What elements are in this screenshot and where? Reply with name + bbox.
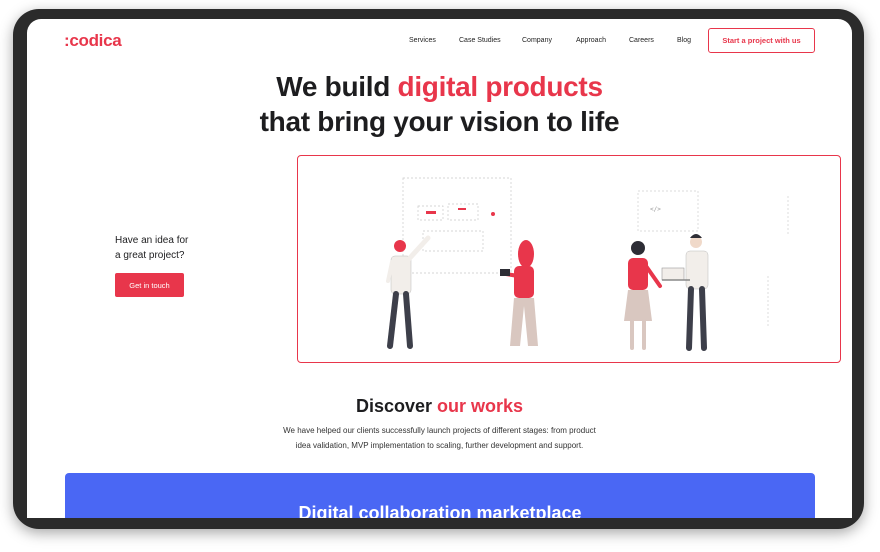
- illustration-svg: </>: [386, 177, 789, 351]
- get-in-touch-button[interactable]: Get in touch: [115, 273, 184, 297]
- person-tablet-icon: [500, 240, 538, 346]
- person-standing-icon: [624, 241, 662, 350]
- nav-careers[interactable]: Careers: [629, 37, 654, 44]
- hero-title: We build digital products that bring you…: [27, 69, 852, 139]
- hero-title-line2: that bring your vision to life: [259, 106, 620, 137]
- team-collaboration-illustration: </>: [297, 155, 841, 363]
- nav-approach[interactable]: Approach: [576, 37, 606, 44]
- idea-line1: Have an idea for: [115, 235, 189, 246]
- nav-company[interactable]: Company: [522, 37, 552, 44]
- person-pointing-icon: [386, 235, 431, 349]
- discover-accent: our works: [437, 396, 524, 416]
- nav-case-studies[interactable]: Case Studies: [459, 37, 501, 44]
- desc-line2: idea validation, MVP implementation to s…: [295, 441, 584, 450]
- desc-line1: We have helped our clients successfully …: [283, 426, 596, 435]
- nav-blog[interactable]: Blog: [677, 37, 691, 44]
- wireframe-board: [402, 177, 512, 274]
- project-banner[interactable]: Digital collaboration marketplace: [65, 473, 815, 518]
- hero-title-accent: digital products: [397, 71, 604, 102]
- discover-description: We have helped our clients successfully …: [27, 423, 852, 453]
- browser-screen: :codica Services Case Studies Company Ap…: [27, 19, 852, 518]
- code-glyph: </>: [650, 206, 661, 213]
- codica-logo[interactable]: :codica: [64, 31, 122, 51]
- idea-prompt: Have an idea for a great project?: [115, 233, 188, 263]
- discover-prefix: Discover: [355, 396, 437, 416]
- start-project-button[interactable]: Start a project with us: [708, 28, 815, 53]
- discover-title: Discover our works: [27, 396, 852, 417]
- banner-title: Digital collaboration marketplace: [298, 503, 582, 518]
- hero-title-prefix: We build: [276, 71, 398, 102]
- idea-line2: a great project?: [115, 250, 185, 261]
- wireframe-accents: [426, 208, 495, 216]
- nav-services[interactable]: Services: [409, 37, 436, 44]
- person-laptop-icon: [661, 234, 709, 351]
